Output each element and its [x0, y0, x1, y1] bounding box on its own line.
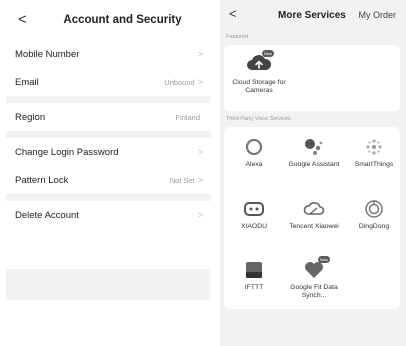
ifttt-icon: [244, 260, 264, 280]
back-button[interactable]: <: [229, 6, 237, 21]
service-label: Alexa: [245, 161, 263, 168]
row-email[interactable]: Email Unbound >: [6, 68, 211, 96]
row-pattern-lock[interactable]: Pattern Lock Not Set >: [6, 166, 211, 194]
google-assistant-icon: [303, 137, 325, 157]
row-label: Email: [15, 76, 39, 88]
chevron-right-icon: >: [197, 175, 203, 185]
chevron-right-icon: >: [197, 210, 203, 220]
row-label: Change Login Password: [15, 146, 119, 158]
voice-services-section-label: Third-Party Voice Services: [226, 116, 291, 122]
cloud-upload-icon: New: [246, 50, 275, 76]
featured-section-label: Featured: [226, 34, 249, 40]
smartthings-icon: [364, 137, 384, 157]
more-services-header: < More Services My Order: [220, 0, 406, 34]
row-mobile-number[interactable]: Mobile Number >: [6, 40, 211, 68]
google-fit-icon: New: [303, 256, 331, 280]
row-value: Finland: [175, 112, 200, 122]
row-label: Delete Account: [15, 209, 79, 221]
account-security-header: < Account and Security: [6, 0, 211, 40]
row-label: Region: [15, 111, 46, 123]
service-label: DingDong: [358, 223, 390, 230]
new-badge: New: [318, 256, 331, 263]
service-label: XIAODU: [240, 223, 268, 230]
row-label: Pattern Lock: [15, 174, 69, 186]
my-order-link[interactable]: My Order: [358, 10, 396, 20]
chevron-right-icon: >: [197, 77, 203, 87]
row-region[interactable]: Region Finland: [6, 103, 211, 131]
service-tile-google-fit[interactable]: New Google Fit Data Synch...: [284, 256, 344, 300]
dingdong-icon: [364, 199, 384, 219]
row-delete-account[interactable]: Delete Account >: [6, 201, 211, 229]
featured-card: New Cloud Storage for Cameras: [224, 45, 400, 111]
row-change-password[interactable]: Change Login Password >: [6, 138, 211, 166]
service-tile-tencent-xiaowei[interactable]: Tencent Xiaowei: [288, 199, 340, 231]
service-tile-ifttt[interactable]: IFTTT: [228, 260, 280, 292]
service-label: IFTTT: [244, 284, 264, 291]
settings-group-contact: Mobile Number > Email Unbound >: [6, 40, 211, 96]
service-tile-google-assistant[interactable]: Google Assistant: [288, 137, 340, 169]
page-title: More Services: [278, 10, 346, 21]
settings-group-security: Change Login Password > Pattern Lock Not…: [6, 138, 211, 194]
more-services-screen: < More Services My Order Featured New Cl…: [220, 0, 406, 346]
row-value: Not Set: [169, 175, 195, 185]
service-tile-dingdong[interactable]: DingDong: [346, 199, 402, 231]
chevron-right-icon: >: [197, 49, 203, 59]
account-security-screen: < Account and Security Mobile Number > E…: [6, 0, 211, 300]
service-label: Google Fit Data Synch...: [290, 284, 338, 299]
service-label: Cloud Storage for Cameras: [232, 79, 286, 94]
service-label: SmartThings: [354, 161, 394, 168]
voice-services-card: Alexa Google Assistant SmartThings XIAOD…: [224, 127, 400, 309]
service-tile-smartthings[interactable]: SmartThings: [346, 137, 402, 169]
service-tile-cloud-storage[interactable]: New Cloud Storage for Cameras: [228, 50, 290, 95]
row-label: Mobile Number: [15, 48, 80, 60]
chevron-right-icon: >: [197, 147, 203, 157]
xiaodu-icon: [243, 199, 265, 219]
row-value: Unbound: [164, 77, 195, 87]
service-tile-xiaodu[interactable]: XIAODU: [228, 199, 280, 231]
alexa-icon: [244, 137, 264, 157]
service-label: Tencent Xiaowei: [289, 223, 339, 230]
new-badge: New: [262, 50, 275, 57]
settings-group-region: Region Finland: [6, 103, 211, 131]
service-tile-alexa[interactable]: Alexa: [228, 137, 280, 169]
service-label: Google Assistant: [288, 161, 340, 168]
page-title: Account and Security: [63, 14, 182, 26]
tencent-xiaowei-icon: [303, 199, 325, 219]
settings-group-delete: Delete Account >: [6, 201, 211, 269]
